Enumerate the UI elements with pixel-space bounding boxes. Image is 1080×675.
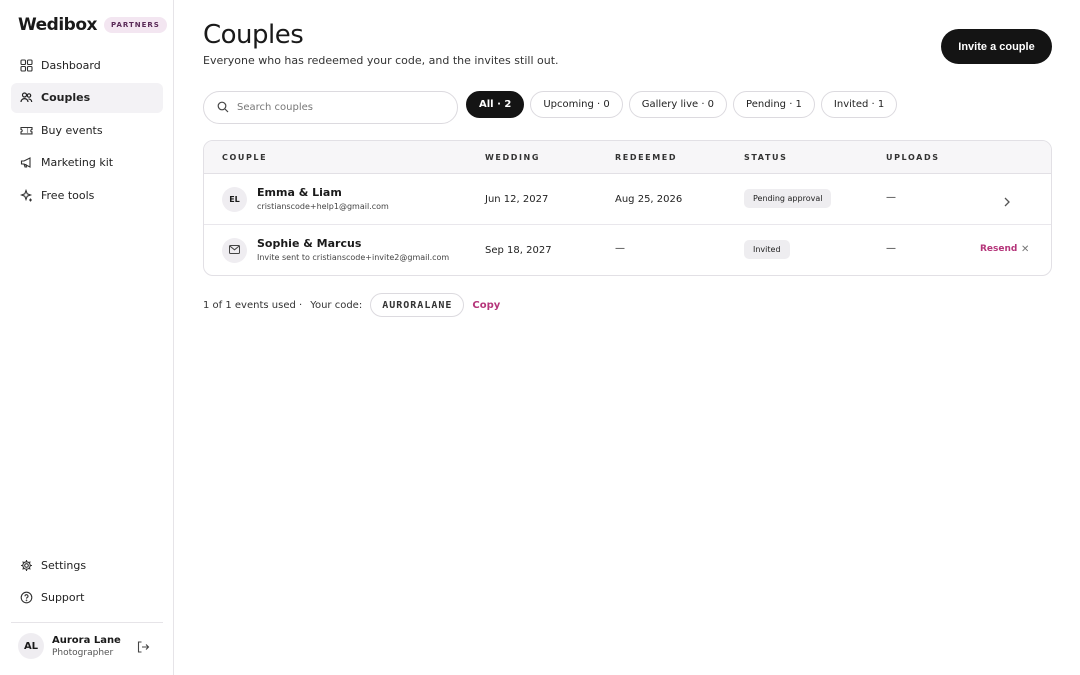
usage-footer: 1 of 1 events used · Your code: AURORALA… xyxy=(203,293,500,317)
sidebar-item-dashboard[interactable]: Dashboard xyxy=(11,50,163,80)
search-box xyxy=(203,91,458,124)
invite-sent-text: Invite sent to cristianscode+invite2@gma… xyxy=(257,253,450,262)
sidebar-item-marketing-kit[interactable]: Marketing kit xyxy=(11,148,163,178)
people-icon xyxy=(20,91,33,104)
resend-button[interactable]: Resend xyxy=(980,244,1017,254)
column-header-uploads: UPLOADS xyxy=(886,153,940,162)
page-subtitle: Everyone who has redeemed your code, and… xyxy=(203,54,559,67)
column-header-status: STATUS xyxy=(744,153,788,162)
grid-icon xyxy=(20,58,33,72)
avatar[interactable]: AL xyxy=(18,633,44,659)
logo[interactable]: Wedibox xyxy=(18,15,98,35)
wedding-date: Jun 12, 2027 xyxy=(485,194,549,205)
redeemed-date: Aug 25, 2026 xyxy=(615,194,683,205)
user-role: Photographer xyxy=(52,647,114,658)
sidebar-item-buy-events[interactable]: Buy events xyxy=(11,115,163,145)
events-usage: 1 of 1 events used · xyxy=(203,299,303,311)
partners-badge: PARTNERS xyxy=(104,17,167,33)
sidebar-bottom-nav: Settings Support xyxy=(11,550,163,615)
user-name: Aurora Lane Photography xyxy=(52,634,124,646)
sidebar-item-label: Marketing kit xyxy=(41,156,114,169)
sidebar-item-settings[interactable]: Settings xyxy=(11,550,163,580)
sidebar: Wedibox PARTNERS Dashboard Couples Buy e… xyxy=(0,0,174,675)
brand: Wedibox PARTNERS xyxy=(18,15,167,35)
sparkle-icon xyxy=(20,188,33,202)
sidebar-item-label: Free tools xyxy=(41,188,95,202)
couple-name: Sophie & Marcus xyxy=(257,237,362,250)
sidebar-item-free-tools[interactable]: Free tools xyxy=(11,180,163,210)
sidebar-item-couples[interactable]: Couples xyxy=(11,82,163,113)
filter-chips: All · 2 Upcoming · 0 Gallery live · 0 Pe… xyxy=(466,91,903,118)
filter-invited[interactable]: Invited · 1 xyxy=(820,91,898,118)
referral-code: AURORALANE xyxy=(370,293,465,317)
chevron-right-icon[interactable] xyxy=(1002,193,1012,207)
gear-icon xyxy=(20,559,33,572)
code-label: Your code: xyxy=(310,299,363,311)
status-badge: Invited xyxy=(744,240,790,259)
table-row[interactable]: Sophie & Marcus Invite sent to cristians… xyxy=(204,225,1051,275)
help-icon xyxy=(20,591,33,604)
sidebar-nav: Dashboard Couples Buy events Marketing k… xyxy=(11,50,163,213)
status-badge: Pending approval xyxy=(744,189,832,208)
table-row[interactable]: EL Emma & Liam cristianscode+help1@gmail… xyxy=(204,174,1051,225)
megaphone-icon xyxy=(20,156,33,169)
user-profile: AL Aurora Lane Photography Photographer xyxy=(11,622,163,659)
mail-icon xyxy=(229,245,240,256)
filter-pending[interactable]: Pending · 1 xyxy=(733,91,815,118)
filter-upcoming[interactable]: Upcoming · 0 xyxy=(530,91,623,118)
column-header-couple: COUPLE xyxy=(222,153,268,162)
search-input[interactable] xyxy=(237,102,437,113)
couple-avatar xyxy=(222,238,247,263)
couples-table: COUPLE WEDDING REDEEMED STATUS UPLOADS E… xyxy=(203,140,1052,276)
close-icon[interactable]: ✕ xyxy=(1021,244,1029,255)
copy-code-button[interactable]: Copy xyxy=(472,300,500,311)
logout-icon[interactable] xyxy=(136,639,150,653)
invite-couple-button[interactable]: Invite a couple xyxy=(941,29,1052,64)
redeemed-date: — xyxy=(615,243,625,254)
sidebar-item-label: Dashboard xyxy=(41,58,101,72)
sidebar-item-label: Settings xyxy=(41,558,87,572)
column-header-wedding: WEDDING xyxy=(485,153,541,162)
uploads-count: — xyxy=(886,192,896,203)
filter-all[interactable]: All · 2 xyxy=(466,91,525,118)
sidebar-item-label: Couples xyxy=(41,91,91,104)
table-header: COUPLE WEDDING REDEEMED STATUS UPLOADS xyxy=(204,141,1051,174)
user-info: Aurora Lane Photography Photographer xyxy=(52,635,124,658)
wedding-date: Sep 18, 2027 xyxy=(485,245,552,256)
filter-gallery-live[interactable]: Gallery live · 0 xyxy=(628,91,728,118)
uploads-count: — xyxy=(886,243,896,254)
column-header-redeemed: REDEEMED xyxy=(615,153,678,162)
sidebar-item-support[interactable]: Support xyxy=(11,583,163,613)
couple-avatar: EL xyxy=(222,187,247,212)
sidebar-item-label: Support xyxy=(41,591,85,604)
sidebar-item-label: Buy events xyxy=(41,123,103,137)
couple-email: cristianscode+help1@gmail.com xyxy=(257,202,389,211)
page-title: Couples xyxy=(203,20,304,50)
search-icon xyxy=(217,98,229,117)
couple-name: Emma & Liam xyxy=(257,186,342,199)
ticket-icon xyxy=(20,124,33,137)
